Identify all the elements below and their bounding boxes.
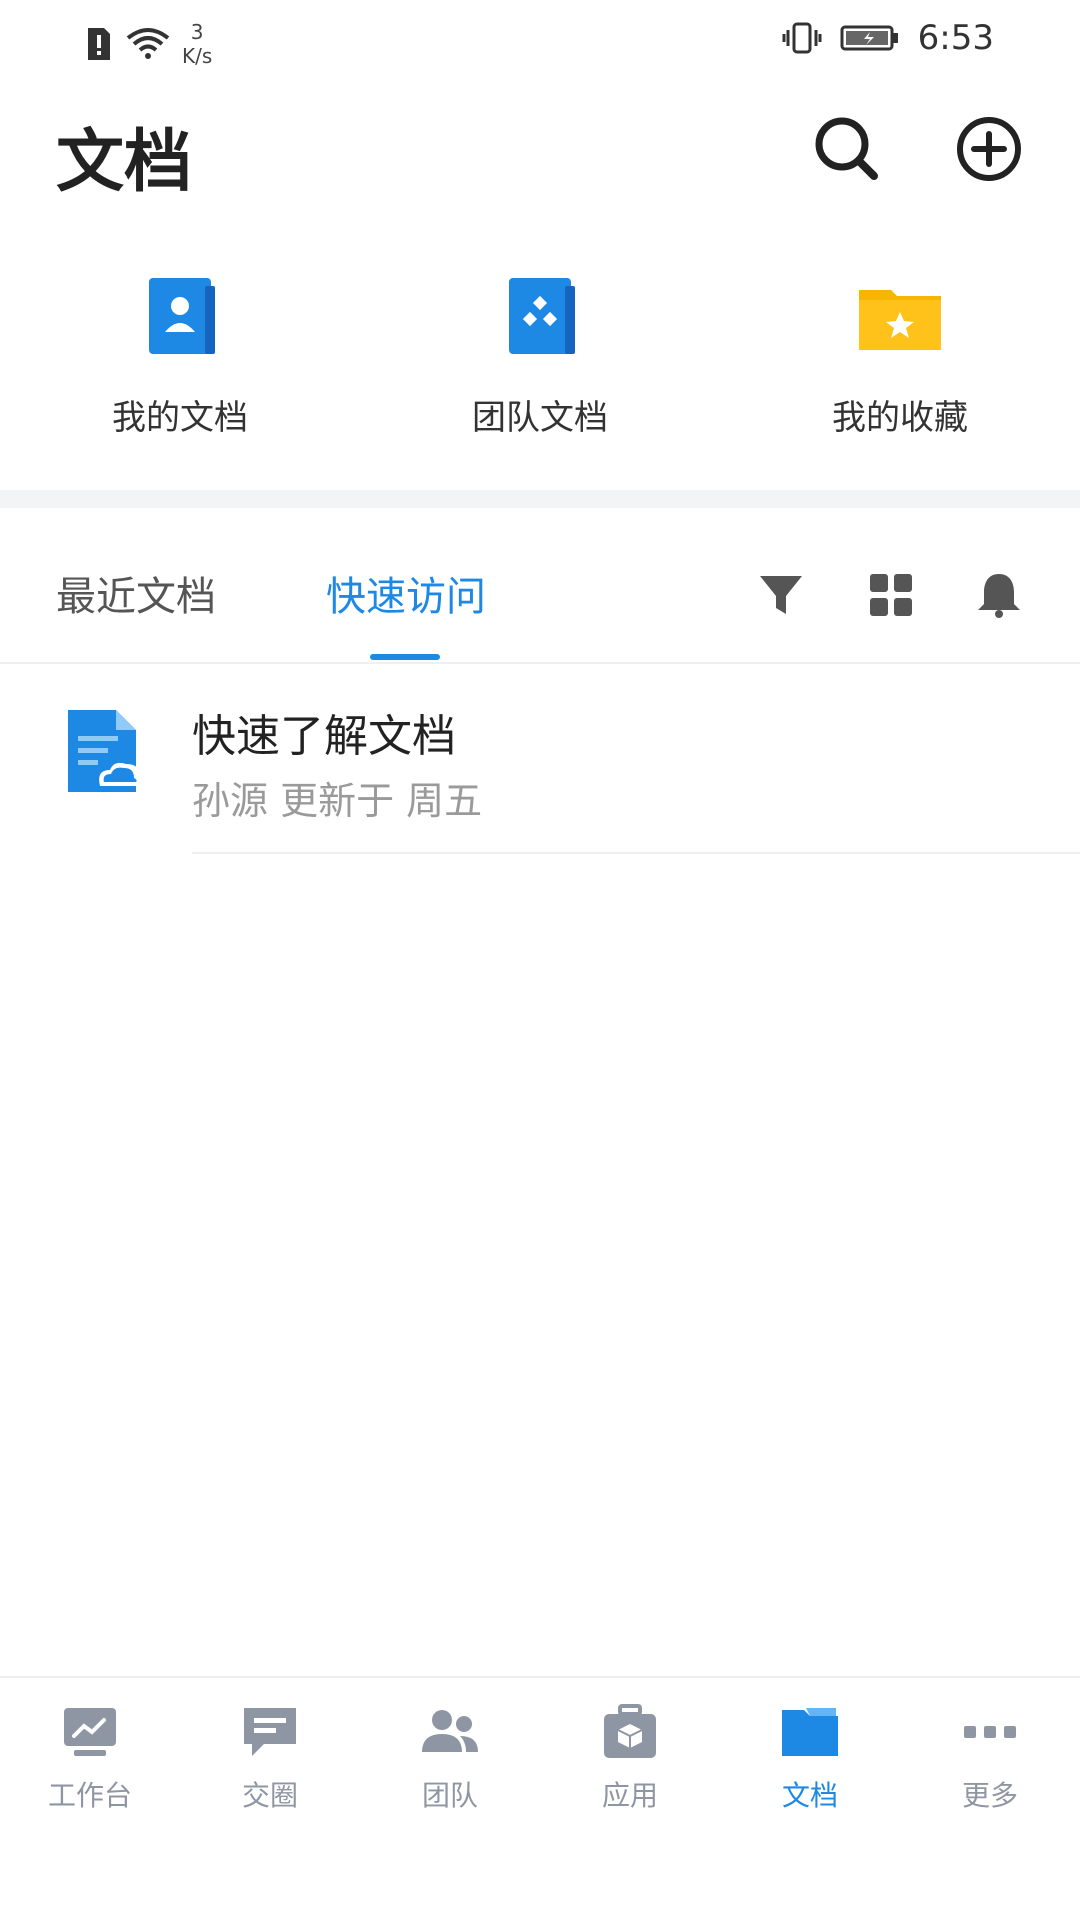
quick-label-my-docs: 我的文档	[112, 398, 248, 438]
list-item[interactable]: 快速了解文档 孙源 更新于 周五	[0, 690, 1080, 854]
vibrate-icon	[782, 22, 822, 54]
add-icon[interactable]	[954, 114, 1024, 184]
bell-icon[interactable]	[974, 570, 1024, 620]
favorites-folder-icon	[859, 290, 941, 350]
cloud-doc-icon	[68, 710, 145, 792]
nav-apps[interactable]: 应用	[540, 1702, 720, 1814]
nav-label-team: 团队	[421, 1779, 478, 1812]
tab-quick-access[interactable]: 快速访问	[326, 564, 486, 622]
list-divider	[192, 852, 1080, 854]
section-divider	[0, 490, 1080, 508]
nav-docs[interactable]: 文档	[720, 1702, 900, 1814]
status-right: 6:53	[782, 18, 994, 58]
header: 文档	[0, 88, 1080, 208]
network-speed: 3 K/s	[182, 20, 212, 68]
status-left: 3 K/s	[84, 20, 212, 68]
my-docs-icon	[149, 278, 215, 354]
nav-more[interactable]: 更多	[900, 1702, 1080, 1814]
battery-icon	[840, 25, 898, 51]
grid-view-icon[interactable]	[866, 570, 916, 620]
list-item-subtitle: 孙源 更新于 周五	[192, 779, 483, 823]
quick-access: 我的文档 团队文档 我的收藏	[0, 270, 1080, 450]
quick-item-team-docs[interactable]: 团队文档	[360, 270, 720, 450]
nav-label-docs: 文档	[781, 1779, 838, 1812]
bottom-nav: 工作台 交圈 团队 应用 文档 更多	[0, 1676, 1080, 1922]
team-docs-icon	[509, 278, 575, 354]
nav-label-circle: 交圈	[241, 1779, 298, 1812]
status-bar: 3 K/s 6:53	[0, 0, 1080, 80]
network-speed-unit: K/s	[182, 44, 213, 68]
filter-icon[interactable]	[756, 570, 806, 620]
nav-label-more: 更多	[961, 1779, 1018, 1812]
tabs-bar: 最近文档 快速访问	[0, 540, 1080, 664]
quick-label-favorites: 我的收藏	[832, 398, 968, 438]
apps-briefcase-icon	[604, 1704, 656, 1758]
active-tab-indicator	[370, 654, 440, 660]
nav-label-workbench: 工作台	[47, 1779, 132, 1812]
chat-icon	[244, 1708, 296, 1756]
sim-alert-icon	[88, 28, 110, 60]
quick-item-favorites[interactable]: 我的收藏	[720, 270, 1080, 450]
more-icon	[964, 1726, 1016, 1738]
team-icon	[422, 1710, 478, 1752]
nav-team[interactable]: 团队	[360, 1702, 540, 1814]
search-icon[interactable]	[812, 114, 882, 184]
network-speed-value: 3	[190, 20, 204, 44]
nav-workbench[interactable]: 工作台	[0, 1702, 180, 1814]
quick-label-team-docs: 团队文档	[472, 398, 608, 438]
nav-label-apps: 应用	[601, 1779, 658, 1812]
quick-item-my-docs[interactable]: 我的文档	[0, 270, 360, 450]
docs-folder-icon	[782, 1708, 838, 1756]
tab-recent[interactable]: 最近文档	[56, 564, 216, 622]
wifi-icon	[126, 28, 170, 59]
list-item-title: 快速了解文档	[192, 711, 456, 762]
page-title: 文档	[56, 123, 193, 202]
workbench-icon	[64, 1708, 116, 1756]
status-time: 6:53	[917, 18, 994, 58]
nav-circle[interactable]: 交圈	[180, 1702, 360, 1814]
